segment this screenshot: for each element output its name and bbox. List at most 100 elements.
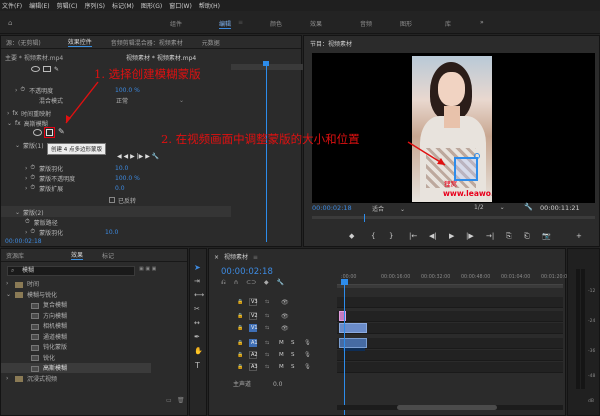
program-playhead[interactable] bbox=[364, 214, 365, 222]
lock-track-icon[interactable]: 🔒 bbox=[237, 352, 243, 358]
chevron-down-icon[interactable]: ⌄ bbox=[179, 97, 184, 104]
panel-menu-icon[interactable]: ≡ bbox=[253, 254, 258, 261]
home-icon[interactable]: ⌂ bbox=[8, 19, 12, 27]
keyframe-prev-icon[interactable]: ◀ bbox=[117, 153, 122, 160]
menu-sequence[interactable]: 序列(S) bbox=[85, 1, 106, 10]
mute-button[interactable]: M bbox=[279, 364, 284, 370]
menu-marker[interactable]: 标记(M) bbox=[112, 1, 134, 10]
quality-select[interactable]: 1/2 ⌄ bbox=[474, 204, 505, 211]
timeline-ruler[interactable]: :00:00 00:00:16:00 00:00:32:00 00:00:48:00 0… bbox=[337, 275, 570, 285]
mask-feather-handle[interactable] bbox=[474, 153, 480, 159]
timeline-tab[interactable]: × 视频素材 ≡ bbox=[214, 252, 258, 261]
razor-tool-icon[interactable]: ✂ bbox=[194, 305, 200, 313]
mask-feather-value[interactable]: 10.0 bbox=[115, 165, 128, 172]
lock-track-icon[interactable]: 🔒 bbox=[237, 340, 243, 346]
program-timecode[interactable]: 00:00:02:18 bbox=[312, 204, 352, 212]
tab-effect-controls[interactable]: 效果控件 bbox=[67, 37, 92, 47]
ec-timecode[interactable]: 00:00:02:18 bbox=[5, 238, 42, 245]
track-lane[interactable] bbox=[337, 338, 563, 349]
lock-track-icon[interactable]: 🔒 bbox=[237, 364, 243, 370]
lock-track-icon[interactable]: 🔒 bbox=[237, 299, 243, 305]
play-button[interactable]: ▶ bbox=[449, 232, 454, 240]
ec-playhead-handle[interactable] bbox=[263, 61, 269, 66]
mask2-feather-value[interactable]: 10.0 bbox=[105, 229, 118, 236]
mark-out-button[interactable]: } bbox=[389, 232, 393, 240]
track-lane[interactable] bbox=[337, 297, 563, 308]
timeline-playhead[interactable] bbox=[344, 285, 345, 415]
stopwatch-icon[interactable]: ⏱ bbox=[30, 164, 35, 172]
track-name[interactable]: A1 bbox=[251, 340, 258, 346]
snap-icon[interactable]: ∩ bbox=[234, 279, 238, 286]
inverted-checkbox[interactable] bbox=[109, 197, 115, 203]
chevron-right-icon[interactable]: › bbox=[6, 280, 8, 287]
ellipse-mask-icon[interactable] bbox=[31, 66, 40, 72]
program-scrubber[interactable] bbox=[312, 216, 595, 219]
workspace-tab-color[interactable]: 颜色 bbox=[270, 19, 282, 28]
export-frame-button[interactable]: 📷 bbox=[542, 232, 551, 240]
go-to-in-button[interactable]: |← bbox=[409, 232, 417, 240]
track-name[interactable]: V2 bbox=[251, 313, 258, 319]
track-name[interactable]: V3 bbox=[251, 299, 258, 305]
track-lane[interactable] bbox=[337, 362, 563, 373]
new-folder-icon[interactable]: ▭ bbox=[166, 397, 172, 404]
toggle-output-icon[interactable]: 👁 bbox=[281, 325, 289, 332]
fit-select[interactable]: 适合 ⌄ bbox=[372, 204, 412, 213]
track-lane[interactable] bbox=[337, 323, 563, 334]
track-select-tool-icon[interactable]: ⇥ bbox=[194, 277, 200, 285]
menu-clip[interactable]: 剪辑(C) bbox=[57, 1, 78, 10]
extract-button[interactable]: ⎗ bbox=[524, 232, 530, 241]
chevron-down-icon[interactable]: ⌄ bbox=[6, 291, 11, 298]
timeline-timecode[interactable]: 00:00:02:18 bbox=[221, 267, 273, 277]
lock-track-icon[interactable]: 🔒 bbox=[237, 325, 243, 331]
step-forward-icon[interactable]: ▶ bbox=[145, 153, 150, 160]
timeline-close-icon[interactable]: × bbox=[214, 254, 219, 261]
sync-lock-icon[interactable]: ⇆ bbox=[265, 299, 269, 305]
toggle-output-icon[interactable]: 👁 bbox=[281, 313, 289, 320]
timeline-wrench-icon[interactable]: 🔧 bbox=[277, 279, 284, 286]
effects-tree-item[interactable]: 锐化 bbox=[1, 353, 151, 363]
effects-tree-item[interactable]: 方向模糊 bbox=[1, 311, 151, 321]
blend-mode-select[interactable]: 正常 bbox=[116, 96, 128, 105]
timeline-playhead-handle[interactable] bbox=[341, 279, 348, 285]
hand-tool-icon[interactable]: ✋ bbox=[194, 347, 203, 355]
workspace-tab-graphics[interactable]: 图形 bbox=[400, 19, 412, 28]
menu-file[interactable]: 文件(F) bbox=[2, 1, 22, 10]
track-name[interactable]: A2 bbox=[251, 352, 258, 358]
voice-over-icon[interactable]: 🎙 bbox=[304, 364, 311, 370]
workspace-tab-libraries[interactable]: 库 bbox=[445, 19, 451, 28]
go-to-out-button[interactable]: →| bbox=[486, 232, 494, 240]
pen-mask-button[interactable]: ✎ bbox=[58, 127, 65, 136]
program-monitor-title[interactable]: 节目：视频素材 bbox=[310, 39, 352, 48]
selection-tool-icon[interactable]: ➤ bbox=[194, 263, 201, 272]
sync-lock-icon[interactable]: ⇆ bbox=[265, 364, 269, 370]
tab-libraries[interactable]: 资源库 bbox=[6, 251, 24, 260]
timeline-scroll-thumb[interactable] bbox=[397, 405, 497, 410]
mark-in-button[interactable]: { bbox=[371, 232, 375, 240]
effects-tree-item[interactable]: ⌄ 模糊与锐化 bbox=[1, 290, 151, 300]
work-area-bar[interactable] bbox=[337, 285, 563, 288]
effects-tree-item[interactable]: 复合模糊 bbox=[1, 300, 151, 310]
effects-filter-icons[interactable]: ▣ ▣ ▣ bbox=[139, 266, 187, 276]
stopwatch-icon-4[interactable]: ⏱ bbox=[25, 218, 30, 226]
effects-tree-item[interactable]: › 沉浸式视频 bbox=[1, 374, 151, 384]
rectangle-mask-button[interactable] bbox=[46, 129, 53, 136]
play-backward-icon[interactable]: ▶ bbox=[130, 153, 135, 160]
stopwatch-icon-2[interactable]: ⏱ bbox=[30, 174, 35, 182]
workspace-tab-editing[interactable]: 编辑 bbox=[219, 19, 232, 29]
menu-help[interactable]: 帮助(H) bbox=[199, 1, 220, 10]
tab-markers[interactable]: 标记 bbox=[102, 251, 114, 260]
solo-button[interactable]: S bbox=[291, 340, 295, 346]
track-lane[interactable] bbox=[337, 350, 563, 361]
ripple-edit-tool-icon[interactable]: ⟷ bbox=[194, 291, 204, 299]
toggle-output-icon[interactable]: 👁 bbox=[281, 299, 289, 306]
workspace-tab-assembly[interactable]: 组件 bbox=[170, 19, 182, 28]
tab-effects[interactable]: 效果 bbox=[71, 250, 84, 260]
effects-search-input[interactable]: ⌕ 模糊 bbox=[7, 266, 135, 276]
workspace-more-button[interactable]: » bbox=[480, 19, 484, 26]
stopwatch-icon-5[interactable]: ⏱ bbox=[30, 228, 35, 236]
step-back-button[interactable]: ◀| bbox=[429, 232, 437, 240]
fx-icon-2[interactable]: fx bbox=[15, 120, 21, 127]
tab-source[interactable]: 源：(无剪辑) bbox=[6, 38, 41, 47]
effects-tree-item[interactable]: › 时间 bbox=[1, 279, 151, 289]
pen-tool-icon[interactable]: ✒ bbox=[194, 333, 200, 341]
